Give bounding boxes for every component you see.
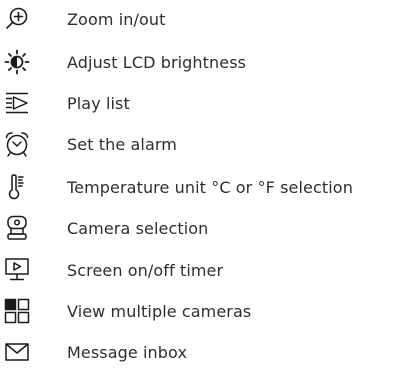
legend-row-alarm: Set the alarm [0, 127, 418, 161]
legend-row-temperature: Temperature unit °C or °F selection [0, 170, 418, 204]
legend-label: Message inbox [67, 342, 188, 362]
legend-label: Screen on/off timer [67, 260, 224, 280]
legend-label: Play list [67, 93, 130, 113]
legend-row-playlist: Play list [0, 86, 418, 120]
legend-label: Camera selection [67, 218, 209, 238]
screen-timer-icon [4, 257, 30, 283]
legend-row-multi-camera: View multiple cameras [0, 294, 418, 328]
legend-row-zoom: Zoom in/out [0, 2, 418, 36]
thermometer-icon [4, 174, 30, 200]
playlist-icon [4, 90, 30, 116]
alarm-clock-icon [4, 131, 30, 157]
camera-icon [4, 215, 30, 241]
legend-label: Adjust LCD brightness [67, 52, 247, 72]
legend-label: Temperature unit °C or °F selection [67, 177, 353, 197]
legend-row-camera: Camera selection [0, 211, 418, 245]
legend-label: Zoom in/out [67, 9, 166, 29]
brightness-icon [4, 49, 30, 75]
zoom-icon [4, 6, 30, 32]
legend-label: Set the alarm [67, 134, 177, 154]
multi-camera-grid-icon [4, 298, 30, 324]
envelope-icon [4, 339, 30, 365]
legend-row-screen-timer: Screen on/off timer [0, 253, 418, 287]
legend-label: View multiple cameras [67, 301, 252, 321]
legend-row-brightness: Adjust LCD brightness [0, 45, 418, 79]
icon-legend: Zoom in/out Adjust LCD brightness Play l… [0, 0, 418, 364]
